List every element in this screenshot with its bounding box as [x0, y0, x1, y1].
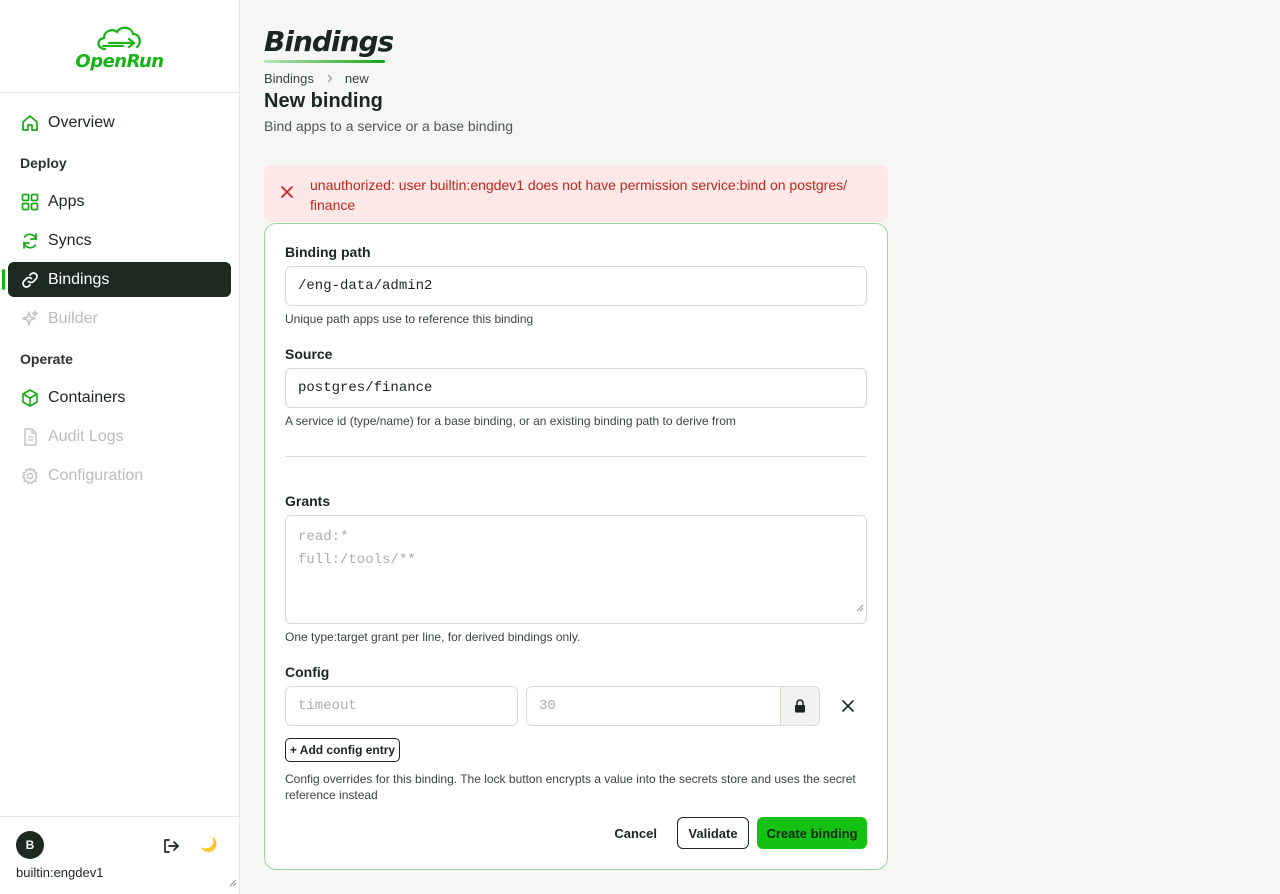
close-icon[interactable] — [280, 185, 296, 204]
document-icon — [20, 427, 40, 447]
form-subtitle: Bind apps to a service or a base binding — [264, 118, 514, 134]
error-alert: unauthorized: user builtin:engdev1 does … — [264, 165, 888, 222]
user-panel: B builtin:engdev1 🌙 — [0, 816, 239, 894]
moon-icon[interactable]: 🌙 — [200, 836, 217, 853]
validate-button[interactable]: Validate — [677, 817, 749, 849]
config-label: Config — [285, 664, 330, 680]
section-operate: Operate — [20, 351, 73, 367]
sidebar-item-builder[interactable]: Builder — [8, 301, 231, 336]
breadcrumb-current: new — [344, 71, 369, 86]
error-message-line: finance — [310, 197, 356, 213]
section-deploy: Deploy — [20, 155, 67, 171]
resize-handle-icon[interactable] — [229, 874, 237, 892]
main-content: Bindings Bindings new New binding Bind a… — [264, 0, 888, 870]
sidebar-item-syncs[interactable]: Syncs — [8, 223, 231, 258]
sparkle-icon — [20, 309, 40, 329]
error-message: unauthorized: user builtin:engdev1 does … — [310, 175, 847, 215]
grid-icon — [20, 192, 40, 212]
form-actions: Cancel Validate Create binding — [614, 817, 867, 849]
source-input[interactable]: postgres/finance — [285, 368, 867, 408]
avatar[interactable]: B — [16, 831, 44, 859]
lock-icon — [795, 699, 805, 713]
source-hint: A service id (type/name) for a base bind… — [285, 414, 736, 428]
sidebar-item-label: Containers — [48, 388, 126, 406]
resize-handle-icon[interactable] — [856, 598, 864, 621]
breadcrumb-bindings-link[interactable]: Bindings — [264, 71, 314, 86]
sidebar-item-bindings[interactable]: Bindings — [2, 262, 231, 297]
close-icon — [842, 700, 854, 712]
binding-form: Binding path /eng-data/admin2 Unique pat… — [264, 223, 888, 870]
remove-config-button[interactable] — [833, 691, 863, 721]
form-title: New binding — [264, 90, 383, 112]
config-hint: Config overrides for this binding. The l… — [285, 772, 856, 802]
source-label: Source — [285, 346, 333, 362]
sidebar-item-overview[interactable]: Overview — [8, 105, 231, 140]
sidebar-item-configuration[interactable]: Configuration — [8, 458, 231, 493]
sidebar-item-label: Audit Logs — [48, 427, 124, 445]
brand-name: OpenRun — [75, 50, 164, 72]
sidebar-item-label: Apps — [48, 192, 85, 210]
config-value-input[interactable]: 30 — [526, 686, 781, 726]
create-binding-button[interactable]: Create binding — [757, 817, 867, 849]
grants-label: Grants — [285, 493, 331, 509]
link-icon — [20, 270, 40, 290]
sidebar-item-label: Bindings — [48, 270, 110, 288]
binding-path-input[interactable]: /eng-data/admin2 — [285, 266, 867, 306]
logout-icon[interactable] — [162, 837, 180, 860]
sidebar-item-containers[interactable]: Containers — [8, 380, 231, 415]
sidebar-item-label: Overview — [48, 113, 115, 131]
cube-icon — [20, 388, 40, 408]
main-nav: Overview Deploy Apps Syncs Bindings Buil… — [0, 93, 239, 493]
logo[interactable]: OpenRun — [0, 0, 239, 93]
encrypt-lock-button[interactable] — [781, 686, 820, 726]
sidebar: OpenRun Overview Deploy Apps Syncs Bindi… — [0, 0, 240, 894]
refresh-icon — [20, 231, 40, 251]
sidebar-item-label: Configuration — [48, 466, 144, 484]
grants-hint: One type:target grant per line, for deri… — [285, 630, 581, 644]
grants-textarea[interactable]: read:* full:/tools/** — [285, 515, 867, 624]
cancel-button[interactable]: Cancel — [614, 826, 657, 841]
home-icon — [20, 113, 40, 133]
sidebar-item-label: Syncs — [48, 231, 92, 249]
sidebar-item-label: Builder — [48, 309, 98, 327]
config-entry-row: timeout 30 — [285, 686, 867, 726]
config-key-input[interactable]: timeout — [285, 686, 518, 726]
add-config-entry-button[interactable]: + Add config entry — [285, 738, 400, 762]
page-heading: Bindings — [264, 25, 394, 58]
grants-placeholder: read:* full:/tools/** — [298, 529, 416, 568]
error-message-line: unauthorized: user builtin:engdev1 does … — [310, 177, 847, 193]
chevron-right-icon — [326, 71, 333, 86]
binding-path-label: Binding path — [285, 244, 371, 260]
user-name: builtin:engdev1 — [16, 865, 104, 880]
heading-underline — [264, 60, 385, 63]
breadcrumb: Bindings new — [264, 71, 888, 86]
divider — [285, 456, 867, 457]
sidebar-item-apps[interactable]: Apps — [8, 184, 231, 219]
gear-icon — [20, 466, 40, 486]
sidebar-item-audit-logs[interactable]: Audit Logs — [8, 419, 231, 454]
binding-path-hint: Unique path apps use to reference this b… — [285, 312, 534, 326]
